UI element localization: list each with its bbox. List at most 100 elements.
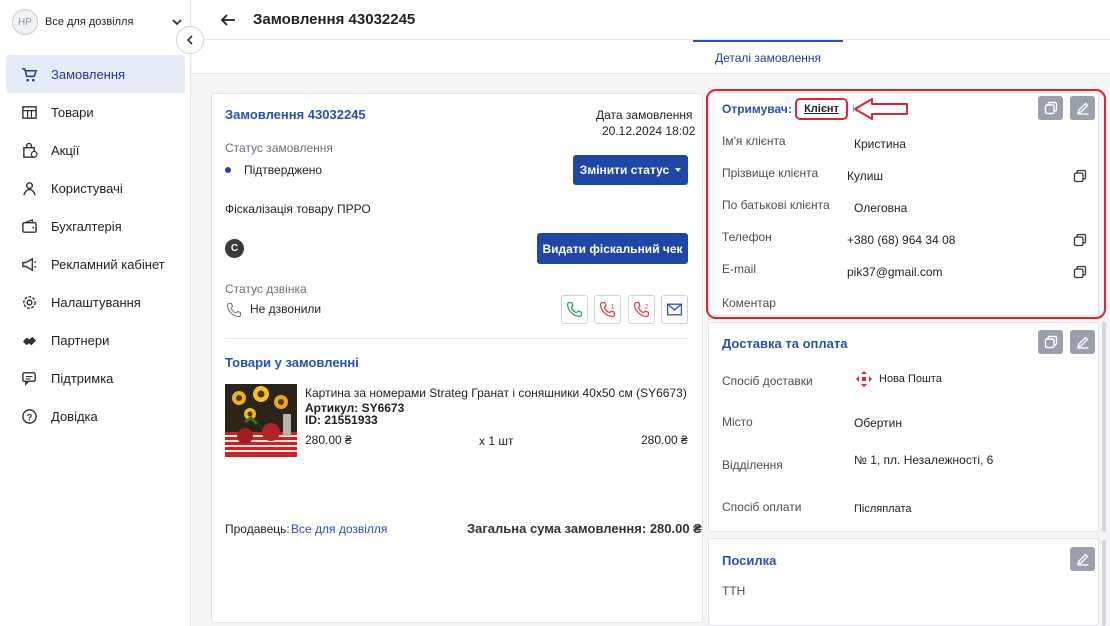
nova-poshta-logo-icon (856, 371, 872, 387)
product-image (225, 384, 297, 457)
red-highlight-annotation (706, 89, 1106, 319)
order-status-label: Статус замовлення (225, 141, 333, 155)
branch-label: Відділення (722, 458, 783, 472)
sidebar-item-label: Замовлення (51, 66, 126, 82)
parcel-scrollbar[interactable] (1102, 540, 1106, 626)
sidebar-item-help[interactable]: ? Довідка (6, 397, 185, 435)
delivery-copy-button[interactable] (1038, 330, 1063, 354)
help-icon: ? (20, 407, 38, 425)
parcel-card (708, 538, 1099, 626)
order-title: Замовлення 43032245 (225, 107, 366, 122)
user-icon (20, 179, 38, 197)
wallet-icon (20, 217, 38, 235)
envelope-icon (666, 303, 683, 316)
sidebar-nav: Замовлення Товари Акції Користувачі Бухг… (6, 55, 185, 435)
change-status-button[interactable]: Змінити статус (573, 155, 688, 185)
phone-icon (226, 302, 242, 318)
sidebar-item-label: Бухгалтерія (51, 218, 122, 234)
branch-value: № 1, пл. Незалежності, 6 (854, 453, 994, 467)
product-total: 280.00 ₴ (641, 433, 688, 447)
gear-icon (20, 293, 38, 311)
sidebar-item-partners[interactable]: Партнери (6, 321, 185, 359)
svg-text:2: 2 (645, 303, 649, 310)
sidebar-item-label: Користувачі (51, 180, 123, 196)
sidebar-item-label: Акції (51, 142, 80, 158)
email-button[interactable] (661, 295, 688, 324)
sidebar-item-label: Підтримка (51, 370, 114, 386)
sidebar-item-accounting[interactable]: Бухгалтерія (6, 207, 185, 245)
pencil-icon (1076, 336, 1088, 349)
phone-red-1-icon: 1 (599, 301, 616, 318)
cart-icon (20, 65, 38, 83)
phone-red-2-icon: 2 (633, 301, 650, 318)
parcel-title: Посилка (722, 553, 777, 568)
call-status-label: Статус дзвінка (225, 282, 307, 296)
tab-order-details[interactable]: Деталі замовлення (693, 40, 843, 74)
change-status-label: Змінити статус (579, 163, 670, 177)
ttn-label: ТТН (722, 584, 746, 598)
sidebar-collapse-button[interactable] (176, 26, 204, 54)
handshake-icon (20, 331, 38, 349)
sidebar: HP Все для дозвілля Замовлення Товари Ак… (0, 0, 191, 626)
delivery-edit-button[interactable] (1070, 330, 1095, 354)
delivery-title: Доставка та оплата (722, 336, 848, 351)
tab-bar: Деталі замовлення (192, 40, 1110, 74)
order-date-value: 20.12.2024 18:02 (602, 124, 696, 138)
back-arrow-icon[interactable] (219, 11, 237, 29)
chevron-down-icon (172, 19, 182, 26)
sidebar-item-label: Товари (51, 104, 94, 120)
products-title: Товари у замовленні (225, 355, 359, 370)
sidebar-item-promotions[interactable]: Акції (6, 131, 185, 169)
call-status-value: Не дзвонили (250, 302, 322, 316)
store-icon (20, 103, 38, 121)
pencil-icon (1076, 553, 1088, 566)
sidebar-item-label: Партнери (51, 332, 110, 348)
top-bar: Замовлення 43032245 (192, 0, 1110, 40)
payment-label: Спосіб оплати (722, 500, 802, 514)
store-name: Все для дозвілля (45, 16, 134, 28)
order-total-sum: Загальна сума замовлення: 280.00 ₴ (467, 521, 702, 536)
phone-green-icon (566, 301, 583, 318)
svg-text:1: 1 (611, 303, 615, 310)
megaphone-icon (20, 255, 38, 273)
seller-label: Продавець: (225, 522, 290, 536)
sidebar-item-support[interactable]: Підтримка (6, 359, 185, 397)
caret-down-icon (675, 168, 682, 172)
status-dot (225, 167, 231, 173)
sidebar-item-products[interactable]: Товари (6, 93, 185, 131)
product-name: Картина за номерами Strateg Гранат і сон… (305, 386, 687, 400)
fiscal-badge: C (225, 239, 244, 258)
sidebar-item-advertising[interactable]: Рекламний кабінет (6, 245, 185, 283)
parcel-edit-button[interactable] (1070, 547, 1095, 571)
svg-text:?: ? (26, 412, 32, 423)
sidebar-item-label: Рекламний кабінет (51, 256, 165, 272)
payment-value: Післяплата (854, 503, 912, 515)
chevron-left-icon (186, 35, 193, 45)
city-value: Обертин (854, 416, 902, 430)
store-selector[interactable]: HP Все для дозвілля (12, 8, 184, 36)
sidebar-item-settings[interactable]: Налаштування (6, 283, 185, 321)
fiscal-check-button[interactable]: Видати фіскальний чек (537, 233, 688, 264)
order-status-value: Підтверджено (244, 163, 323, 177)
seller-link[interactable]: Все для дозвілля (291, 522, 387, 536)
product-id: ID: 21551933 (305, 413, 378, 427)
delivery-scrollbar[interactable] (1102, 322, 1106, 532)
divider (225, 338, 688, 339)
sidebar-item-label: Налаштування (51, 294, 141, 310)
call-missed-1-button[interactable]: 1 (594, 295, 621, 324)
call-answered-button[interactable] (561, 295, 588, 324)
delivery-method-label: Спосіб доставки (722, 374, 813, 388)
product-price: 280.00 ₴ (305, 433, 352, 447)
order-date-label: Дата замовлення (596, 108, 693, 122)
delivery-method-value: Нова Пошта (879, 373, 942, 385)
copy-icon (1044, 335, 1057, 349)
product-quantity: x 1 шт (479, 434, 514, 448)
sidebar-item-users[interactable]: Користувачі (6, 169, 185, 207)
sidebar-item-orders[interactable]: Замовлення (6, 55, 185, 93)
call-missed-2-button[interactable]: 2 (628, 295, 655, 324)
avatar: HP (12, 9, 38, 35)
sidebar-item-label: Довідка (51, 408, 98, 424)
chat-icon (20, 369, 38, 387)
promo-bag-icon (20, 141, 38, 159)
page-title: Замовлення 43032245 (253, 11, 416, 28)
